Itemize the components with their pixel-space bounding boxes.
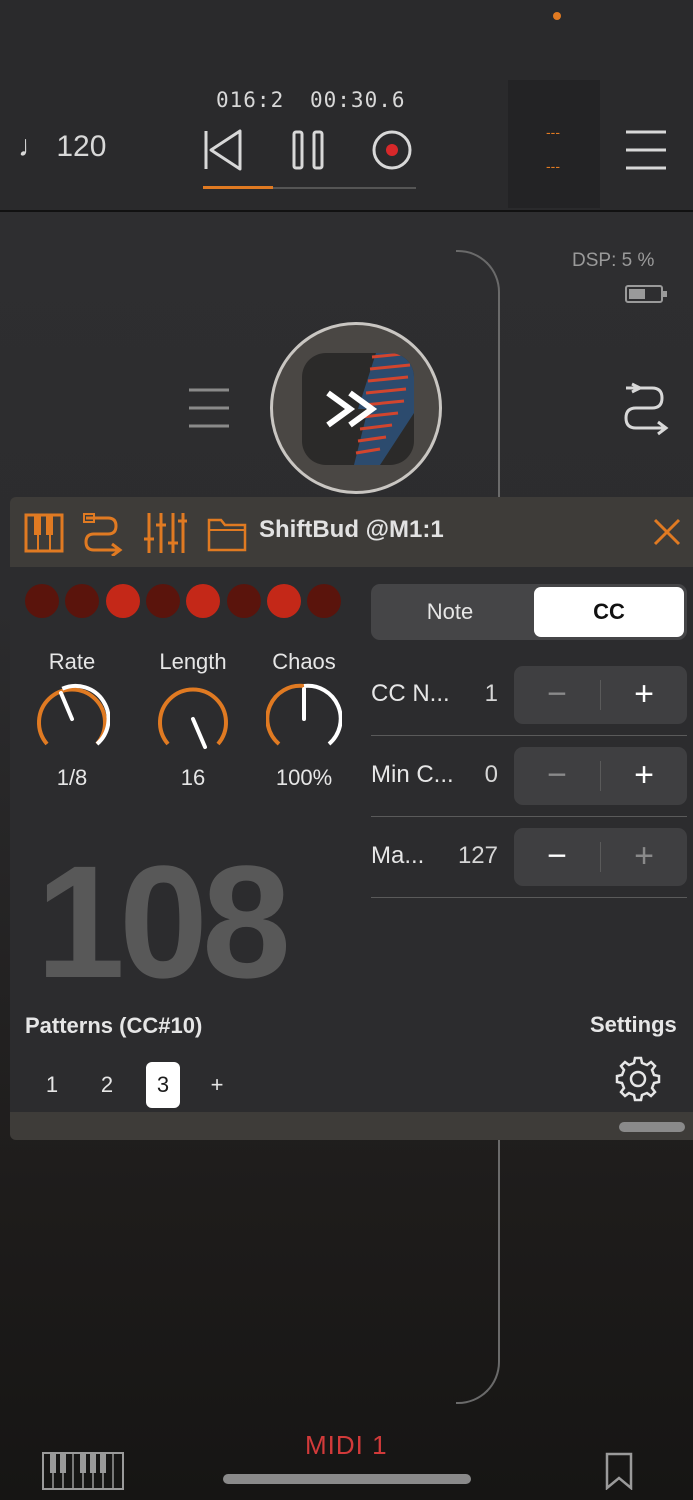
step-led — [145, 584, 180, 618]
step-led — [266, 584, 301, 618]
step-led — [25, 584, 59, 618]
status-dot — [553, 12, 561, 20]
row-divider — [371, 897, 687, 898]
mixer-icon[interactable] — [143, 511, 187, 555]
max-cc-increment-button[interactable]: + — [601, 828, 687, 886]
max-cc-label: Ma... — [371, 842, 425, 869]
step-led — [307, 584, 342, 618]
length-knob[interactable] — [155, 681, 231, 757]
time-display: 00:30.6 — [310, 88, 406, 112]
position-display: 016:2 — [216, 88, 285, 112]
current-value-display: 108 — [36, 832, 291, 1011]
min-cc-value: 0 — [484, 761, 498, 788]
row-divider — [371, 816, 687, 817]
battery-icon — [625, 285, 667, 303]
pattern-3-button[interactable]: 3 — [146, 1062, 180, 1108]
close-icon[interactable] — [652, 517, 682, 547]
max-cc-decrement-button[interactable]: − — [514, 828, 600, 886]
lane-indicator-top: --- — [546, 124, 560, 140]
max-cc-value: 127 — [457, 842, 498, 869]
cc-number-value: 1 — [484, 680, 498, 707]
midi-track-label[interactable]: MIDI 1 — [305, 1430, 388, 1461]
cc-number-decrement-button[interactable]: − — [514, 666, 600, 724]
connection-arc — [456, 250, 500, 512]
plugin-footer — [10, 1112, 693, 1140]
length-label: Length — [159, 649, 227, 674]
cc-number-stepper: − + — [514, 666, 687, 724]
plugin-title: ShiftBud @M1:1 — [259, 516, 444, 543]
resize-handle[interactable] — [619, 1122, 685, 1132]
patterns-title: Patterns (CC#10) — [25, 1013, 203, 1038]
shiftbud-app-icon — [302, 353, 414, 465]
pattern-2-button[interactable]: 2 — [90, 1062, 124, 1108]
home-indicator[interactable] — [223, 1474, 471, 1484]
cc-mode-tab[interactable]: CC — [534, 587, 684, 637]
chaos-label: Chaos — [272, 649, 336, 674]
pause-button[interactable] — [290, 128, 330, 172]
step-led — [105, 584, 140, 618]
piano-keyboard-icon[interactable] — [42, 1452, 124, 1490]
routing-icon[interactable] — [622, 382, 670, 438]
step-led — [186, 584, 221, 618]
min-cc-stepper: − + — [514, 747, 687, 805]
rewind-button[interactable] — [203, 128, 243, 172]
cc-number-increment-button[interactable]: + — [601, 666, 687, 724]
folder-icon[interactable] — [207, 514, 247, 552]
record-button[interactable] — [371, 129, 413, 171]
plugin-routing-icon[interactable] — [82, 512, 124, 556]
connection-arc — [456, 1140, 500, 1404]
settings-label: Settings — [590, 1012, 677, 1037]
settings-gear-icon[interactable] — [615, 1056, 661, 1102]
keyboard-icon[interactable] — [24, 513, 64, 553]
lane-indicator-panel[interactable] — [508, 80, 600, 208]
note-mode-tab[interactable]: Note — [371, 584, 529, 640]
max-cc-stepper: − + — [514, 828, 687, 886]
rate-knob[interactable] — [34, 681, 110, 757]
chaos-knob[interactable] — [266, 681, 342, 757]
dsp-readout: DSP: 5 % — [572, 250, 655, 271]
step-led — [226, 584, 261, 618]
min-cc-decrement-button[interactable]: − — [514, 747, 600, 805]
node-menu-icon[interactable] — [186, 386, 232, 432]
progress-fill — [203, 186, 273, 189]
lane-indicator-bottom: --- — [546, 158, 560, 174]
bookmark-icon[interactable] — [604, 1452, 634, 1490]
rate-value: 1/8 — [56, 765, 88, 790]
pattern-1-button[interactable]: 1 — [35, 1062, 69, 1108]
chaos-value: 100% — [275, 765, 333, 790]
rate-label: Rate — [48, 649, 96, 674]
min-cc-increment-button[interactable]: + — [601, 747, 687, 805]
row-divider — [371, 735, 687, 736]
tempo-display[interactable]: ♩ 120 — [18, 130, 106, 164]
add-pattern-button[interactable]: + — [200, 1062, 234, 1108]
main-menu-icon[interactable] — [622, 126, 670, 174]
length-value: 16 — [180, 765, 206, 790]
